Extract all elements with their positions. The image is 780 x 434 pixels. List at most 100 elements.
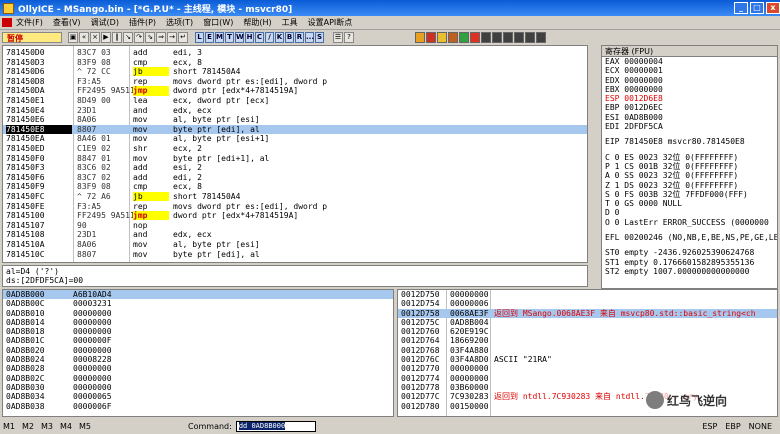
plugin-icon[interactable] — [448, 31, 458, 43]
register-line[interactable]: ECX 00000001 — [602, 66, 777, 75]
stack-row[interactable]: 0012D760 620E919C — [398, 327, 777, 336]
dump-row[interactable]: 0AD8B038 0000006F — [3, 402, 393, 411]
disasm-row[interactable]: 781450FE F3:A5 rep movs dword ptr es:[edi],… — [3, 202, 587, 211]
menu-tools[interactable]: 工具 — [282, 17, 298, 28]
help-icon[interactable]: ? — [344, 31, 354, 43]
register-line[interactable]: ESI 0AD8B000 — [602, 113, 777, 122]
dump-row[interactable]: 0AD8B01C 0000000F — [3, 336, 393, 345]
toolbar-letter-e[interactable]: E — [205, 31, 214, 43]
toolbar-letter-l[interactable]: L — [195, 31, 204, 43]
maximize-button[interactable]: □ — [750, 2, 764, 14]
register-line[interactable]: ST2 empty 1007.000000000000000 — [602, 267, 777, 276]
disasm-row[interactable]: 781450DA FF2495 9A51147 jmp dword ptr [edx*… — [3, 86, 587, 96]
plugin-icon[interactable] — [536, 31, 546, 43]
disasm-row[interactable]: 781450D0 83C7 03 add edi, 3 — [3, 48, 587, 57]
stack-row[interactable]: 0012D774 00000000 — [398, 374, 777, 383]
dump-row[interactable]: 0AD8B020 00000000 — [3, 346, 393, 355]
dump-row[interactable]: 0AD8B02C 00000000 — [3, 374, 393, 383]
minimize-button[interactable]: _ — [734, 2, 748, 14]
stack-row[interactable]: 0012D764 18669200 — [398, 336, 777, 345]
register-line[interactable]: T 0 GS 0000 NULL — [602, 199, 777, 208]
toolbar-letter-m[interactable]: M — [215, 31, 224, 43]
trace-into-icon[interactable]: ⇘ — [145, 31, 155, 43]
stack-row[interactable]: 0012D768 03F4A880 — [398, 346, 777, 355]
toolbar-letter-w[interactable]: W — [235, 31, 244, 43]
plugin-icon[interactable] — [415, 31, 425, 43]
marker-m2[interactable]: M2 — [22, 422, 34, 431]
menu-window[interactable]: 窗口(W) — [203, 17, 233, 28]
register-line[interactable]: P 1 CS 001B 32位 0(FFFFFFFF) — [602, 162, 777, 171]
info-pane[interactable]: al=D4 ('?') ds:[2DFDF5CA]=00 — [2, 265, 588, 287]
disassembly-pane[interactable]: 781450D0 83C7 03 add edi, 3 781450D3 83F9 08 c… — [2, 45, 588, 263]
esp-button[interactable]: ESP — [702, 422, 717, 431]
stack-row[interactable]: 0012D770 00000000 — [398, 364, 777, 373]
trace-over-icon[interactable]: ⇒ — [156, 31, 166, 43]
plugin-icon[interactable] — [492, 31, 502, 43]
dump-row[interactable]: 0AD8B000 A6B10AD4 — [3, 290, 393, 300]
disasm-row[interactable]: 781450F6 83C7 02 add edi, 2 — [3, 173, 587, 182]
dump-row[interactable]: 0AD8B00C 00003231 — [3, 299, 393, 308]
toolbar-letter-dots[interactable]: ... — [305, 31, 314, 43]
register-line[interactable]: EBP 0012D6EC — [602, 103, 777, 112]
none-button[interactable]: NONE — [749, 422, 772, 431]
menu-help[interactable]: 帮助(H) — [243, 17, 271, 28]
disasm-row[interactable]: 781450EA 8A46 01 mov al, byte ptr [esi+1] — [3, 134, 587, 143]
plugin-icon[interactable] — [459, 31, 469, 43]
plugin-icon[interactable] — [470, 31, 480, 43]
ebp-button[interactable]: EBP — [725, 422, 740, 431]
register-line[interactable]: EBX 00000000 — [602, 85, 777, 94]
disasm-row[interactable]: 78145107 90 nop — [3, 221, 587, 230]
open-icon[interactable]: ▣ — [68, 31, 78, 43]
register-line[interactable]: Z 1 DS 0023 32位 0(FFFFFFFF) — [602, 181, 777, 190]
stack-row[interactable]: 0012D758 0068AE3F 返回到 MSango.0068AE3F 来自 m… — [398, 308, 777, 318]
register-line[interactable]: S 0 FS 003B 32位 7FFDF000(FFF) — [602, 190, 777, 199]
dump-row[interactable]: 0AD8B010 00000000 — [3, 309, 393, 318]
menu-options[interactable]: 选项(T) — [166, 17, 193, 28]
menu-api-breakpoint[interactable]: 设置API断点 — [308, 17, 353, 28]
list-icon[interactable]: ☰ — [333, 31, 343, 43]
restart-icon[interactable]: « — [79, 31, 89, 43]
plugin-icon[interactable] — [437, 31, 447, 43]
close-button[interactable]: x — [766, 2, 780, 14]
register-line[interactable]: ST0 empty -2436.926025390624768 — [602, 248, 777, 257]
toolbar-letter-t[interactable]: T — [225, 31, 234, 43]
marker-m5[interactable]: M5 — [79, 422, 91, 431]
disasm-row[interactable]: 781450FC ^ 72 A6 jb short 781450A4 — [3, 192, 587, 202]
plugin-icon[interactable] — [481, 31, 491, 43]
execute-till-return-icon[interactable]: → — [167, 31, 177, 43]
dump-row[interactable]: 0AD8B024 00008228 — [3, 355, 393, 364]
marker-m3[interactable]: M3 — [41, 422, 53, 431]
toolbar-letter-k[interactable]: K — [275, 31, 284, 43]
register-line[interactable]: EDI 2DFDF5CA — [602, 122, 777, 131]
plugin-icon[interactable] — [426, 31, 436, 43]
register-line[interactable]: EIP 781450E8 msvcr80.781450E8 — [602, 137, 777, 146]
register-line[interactable]: A 0 SS 0023 32位 0(FFFFFFFF) — [602, 171, 777, 180]
plugin-icon[interactable] — [525, 31, 535, 43]
register-line[interactable]: EAX 00000004 — [602, 57, 777, 66]
stack-row[interactable]: 0012D76C 03F4A8D0 ASCII "21RA" — [398, 355, 777, 364]
registers-header[interactable]: 寄存器 (FPU) — [602, 46, 777, 57]
disasm-row[interactable]: 7814510A 8A06 mov al, byte ptr [esi] — [3, 240, 587, 249]
close-icon[interactable]: × — [90, 31, 100, 43]
menu-plugins[interactable]: 插件(P) — [129, 17, 156, 28]
register-line[interactable]: ESP 0012D6E8 — [602, 94, 777, 103]
plugin-icon[interactable] — [503, 31, 513, 43]
disasm-row[interactable]: 781450E8 8807 mov byte ptr [edi], al — [3, 124, 587, 135]
register-line[interactable]: EFL 00200246 (NO,NB,E,BE,NS,PE,GE,LE — [602, 233, 777, 242]
toolbar-letter-r[interactable]: R — [295, 31, 304, 43]
pause-icon[interactable]: ‖ — [112, 31, 122, 43]
stack-row[interactable]: 0012D75C 0AD8B004 — [398, 318, 777, 327]
stack-row[interactable]: 0012D750 00000000 — [398, 290, 777, 299]
command-input[interactable]: dd 0AD8B000 — [235, 421, 316, 432]
toolbar-letter-slash[interactable]: / — [265, 31, 274, 43]
register-line[interactable]: EDX 00000000 — [602, 76, 777, 85]
run-icon[interactable]: ▶ — [101, 31, 111, 43]
menu-file[interactable]: 文件(F) — [16, 17, 43, 28]
dump-row[interactable]: 0AD8B028 00000000 — [3, 364, 393, 373]
register-line[interactable]: O 0 LastErr ERROR_SUCCESS (0000000 — [602, 218, 777, 227]
marker-m4[interactable]: M4 — [60, 422, 72, 431]
disasm-row[interactable]: 781450F9 83F9 08 cmp ecx, 8 — [3, 182, 587, 191]
disasm-row[interactable]: 78145100 FF2495 9A51147 jmp dword ptr [edx*… — [3, 211, 587, 221]
disasm-row[interactable]: 781450F3 83C6 02 add esi, 2 — [3, 163, 587, 172]
toolbar-letter-c[interactable]: C — [255, 31, 264, 43]
